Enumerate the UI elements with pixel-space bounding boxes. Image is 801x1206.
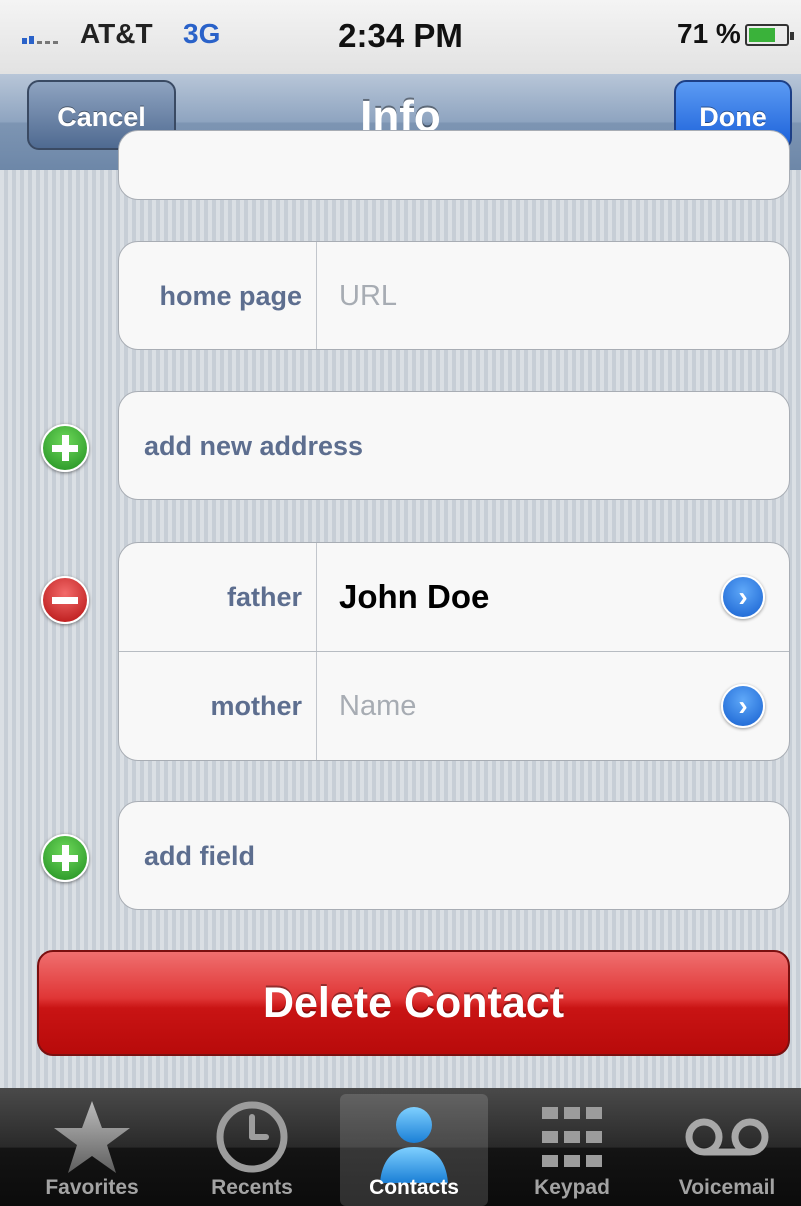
tab-recents[interactable]: Recents [172,1088,332,1206]
add-field-card[interactable]: add field [118,801,790,910]
relation-label[interactable]: father [119,543,317,651]
relation-row-father[interactable]: father John Doe › [119,543,789,651]
relation-name-field[interactable]: Name [339,652,416,760]
tab-label: Keypad [534,1176,610,1199]
disclosure-arrow-icon[interactable]: › [721,684,765,728]
battery-percent: 71 % [677,18,741,49]
contact-edit-content[interactable]: home page URL add new address father Joh… [0,130,801,1088]
clock-icon [216,1101,288,1173]
tab-favorites[interactable]: Favorites [12,1088,172,1206]
add-field-label: add field [144,840,256,871]
url-field[interactable]: URL [339,242,397,349]
delete-relation-minus-icon[interactable] [41,576,89,624]
tab-contacts[interactable]: Contacts [340,1094,488,1206]
add-field-plus-icon[interactable] [41,834,89,882]
tab-label: Voicemail [678,1176,776,1199]
status-bar: AT&T 3G 2:34 PM 71 % [0,0,801,75]
add-address-plus-icon[interactable] [41,424,89,472]
keypad-icon [542,1107,602,1167]
previous-field-card[interactable] [118,130,790,200]
tab-keypad[interactable]: Keypad [492,1088,652,1206]
relations-card: father John Doe › mother Name › [118,542,790,761]
home-page-row[interactable]: home page URL [119,242,789,349]
delete-contact-button[interactable]: Delete Contact [37,950,790,1056]
star-icon [54,1101,130,1173]
add-address-card[interactable]: add new address [118,391,790,500]
voicemail-icon [685,1118,769,1156]
person-icon [380,1107,448,1183]
tab-label: Contacts [369,1176,459,1199]
tab-label: Recents [211,1176,293,1199]
add-new-address-label: add new address [144,430,364,461]
tab-bar: Favorites Recents Contacts Keypad Voicem… [0,1088,801,1206]
tab-voicemail[interactable]: Voicemail [654,1088,800,1206]
battery-icon [745,24,794,46]
home-page-label: home page [119,242,317,349]
disclosure-arrow-icon[interactable]: › [721,575,765,619]
relation-value[interactable]: John Doe [339,543,489,651]
home-page-card: home page URL [118,241,790,350]
relation-label[interactable]: mother [119,652,317,760]
tab-label: Favorites [45,1176,139,1199]
relation-row-mother[interactable]: mother Name › [119,651,789,760]
